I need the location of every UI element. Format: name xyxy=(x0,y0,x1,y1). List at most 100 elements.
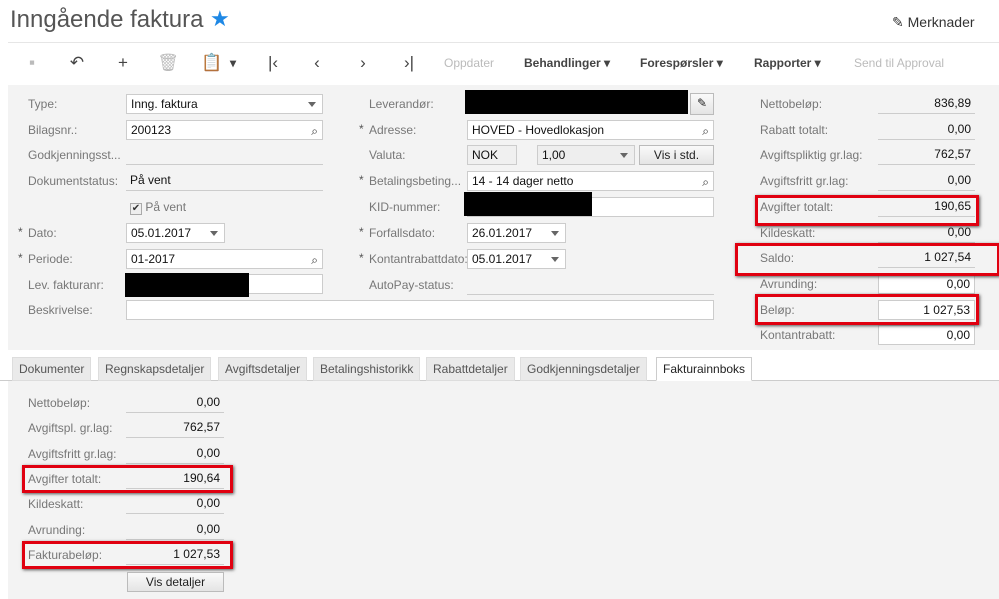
highlight-box xyxy=(735,243,999,276)
date-value: 05.01.2017 xyxy=(131,226,192,240)
undo-icon[interactable]: ↶ xyxy=(66,52,88,74)
tab-3[interactable]: Betalingshistorikk xyxy=(313,357,421,381)
actions-menu[interactable]: Behandlinger ▾ xyxy=(524,52,610,74)
refresh-button[interactable]: Oppdater xyxy=(444,52,494,74)
total-label: Rabatt totalt: xyxy=(760,122,829,137)
inbox-value: 0,00 xyxy=(126,494,224,515)
due-date-picker[interactable]: 26.01.2017 xyxy=(467,223,566,243)
doc-no-label: Bilagsnr.: xyxy=(28,123,78,137)
total-label: Avgiftspliktig gr.lag: xyxy=(760,148,863,163)
search-icon[interactable]: ⌕ xyxy=(311,251,318,268)
autopay-label: AutoPay-status: xyxy=(369,278,454,292)
inquiries-label: Forespørsler xyxy=(640,56,714,70)
inbox-label: Avgiftsfritt gr.lag: xyxy=(28,446,117,461)
reports-menu[interactable]: Rapporter ▾ xyxy=(754,52,821,74)
currency-field: NOK xyxy=(467,145,517,165)
tab-0[interactable]: Dokumenter xyxy=(12,357,92,381)
approval-status-label: Godkjenningsst... xyxy=(28,148,121,162)
send-approval-button[interactable]: Send til Approval xyxy=(854,52,944,74)
tab-4[interactable]: Rabattdetaljer xyxy=(426,357,515,381)
delete-icon[interactable]: 🗑 xyxy=(157,52,179,74)
last-record-icon[interactable]: ›| xyxy=(398,52,420,74)
chevron-down-icon xyxy=(620,153,628,158)
address-input[interactable]: HOVED - Hovedlokasjon ⌕ xyxy=(467,120,714,140)
discount-date-label: Kontantrabattdato: xyxy=(369,252,468,266)
vendor-ref-label: Lev. fakturanr: xyxy=(28,278,104,292)
search-icon[interactable]: ⌕ xyxy=(311,122,318,139)
terms-value: 14 - 14 dager netto xyxy=(472,174,574,188)
inbox-value: 0,00 xyxy=(126,393,224,413)
type-label: Type: xyxy=(28,97,58,111)
add-icon[interactable]: + xyxy=(112,52,134,74)
inbox-label: Avgiftspl. gr.lag: xyxy=(28,421,113,436)
total-value[interactable]: 0,00 xyxy=(878,273,975,294)
highlight-box xyxy=(755,195,979,226)
terms-label: Betalingsbeting... xyxy=(369,174,462,188)
highlight-box xyxy=(22,465,233,493)
required-mark: * xyxy=(359,251,364,265)
next-record-icon[interactable]: › xyxy=(352,52,374,74)
total-label: Nettobeløp: xyxy=(760,97,823,111)
kid-label: KID-nummer: xyxy=(369,200,441,214)
search-icon[interactable]: ⌕ xyxy=(702,173,709,190)
due-date-value: 26.01.2017 xyxy=(472,226,533,240)
inbox-label: Nettobeløp: xyxy=(28,396,91,410)
first-record-icon[interactable]: |‹ xyxy=(262,52,284,74)
previous-record-icon[interactable]: ‹ xyxy=(306,52,328,74)
tab-5[interactable]: Godkjenningsdetaljer xyxy=(520,357,647,381)
address-value: HOVED - Hovedlokasjon xyxy=(472,123,605,137)
terms-input[interactable]: 14 - 14 dager netto ⌕ xyxy=(467,171,714,191)
rate-select[interactable]: 1,00 xyxy=(537,145,635,165)
period-label: Periode: xyxy=(28,252,73,266)
reports-label: Rapporter xyxy=(754,56,812,70)
type-select[interactable]: Inng. faktura xyxy=(126,94,323,114)
tab-2[interactable]: Avgiftsdetaljer xyxy=(218,357,308,381)
total-value: 0,00 xyxy=(878,120,975,140)
show-details-button[interactable]: Vis detaljer xyxy=(127,572,224,592)
checkbox-checked-icon: ✔ xyxy=(130,203,142,215)
tab-6[interactable]: Fakturainnboks xyxy=(656,357,753,381)
period-value: 01-2017 xyxy=(131,252,176,266)
currency-label: Valuta: xyxy=(369,148,406,162)
inquiries-menu[interactable]: Forespørsler ▾ xyxy=(640,52,723,74)
total-value: 836,89 xyxy=(878,94,975,114)
discount-date-value: 05.01.2017 xyxy=(472,252,533,266)
redacted-block xyxy=(125,273,249,297)
hold-label: På vent xyxy=(145,200,187,214)
doc-status-label: Dokumentstatus: xyxy=(28,174,119,188)
inbox-label: Avrunding: xyxy=(28,522,86,537)
date-picker[interactable]: 05.01.2017 xyxy=(126,223,225,243)
highlight-box xyxy=(755,294,979,325)
date-label: Dato: xyxy=(28,226,57,240)
save-icon[interactable]: ▪ xyxy=(21,52,43,74)
approval-status-field xyxy=(126,145,323,165)
total-value[interactable]: 0,00 xyxy=(878,325,975,346)
tab-1[interactable]: Regnskapsdetaljer xyxy=(98,357,212,381)
search-icon[interactable]: ⌕ xyxy=(702,122,709,139)
hold-checkbox[interactable]: ✔ På vent xyxy=(130,197,186,217)
chevron-down-icon xyxy=(210,231,218,236)
highlight-box xyxy=(22,541,233,569)
total-label: Kontantrabatt: xyxy=(760,328,836,343)
description-input[interactable] xyxy=(126,300,714,320)
page-title: Inngående faktura xyxy=(10,6,204,33)
paste-dropdown-icon[interactable]: ▾ xyxy=(230,52,240,74)
show-base-currency-button[interactable]: Vis i std. xyxy=(639,145,714,165)
paste-icon[interactable]: 📋 xyxy=(201,52,223,74)
actions-label: Behandlinger xyxy=(524,56,601,70)
chevron-down-icon xyxy=(308,102,316,107)
favorite-star-icon[interactable]: ★ xyxy=(210,6,230,32)
doc-no-input[interactable]: 200123 ⌕ xyxy=(126,120,323,140)
period-input[interactable]: 01-2017 ⌕ xyxy=(126,249,323,269)
notes-button[interactable]: ✎ Merknader xyxy=(892,14,975,31)
inbox-value: 0,00 xyxy=(126,444,224,464)
chevron-down-icon xyxy=(551,231,559,236)
required-mark: * xyxy=(359,173,364,187)
edit-vendor-button[interactable]: ✎ xyxy=(690,93,714,115)
edit-note-icon: ✎ xyxy=(892,14,908,30)
description-label: Beskrivelse: xyxy=(28,303,93,317)
vendor-input-redacted[interactable] xyxy=(465,90,688,114)
doc-status-value: På vent xyxy=(126,171,323,191)
discount-date-picker[interactable]: 05.01.2017 xyxy=(467,249,566,269)
total-label: Avrunding: xyxy=(760,276,818,291)
